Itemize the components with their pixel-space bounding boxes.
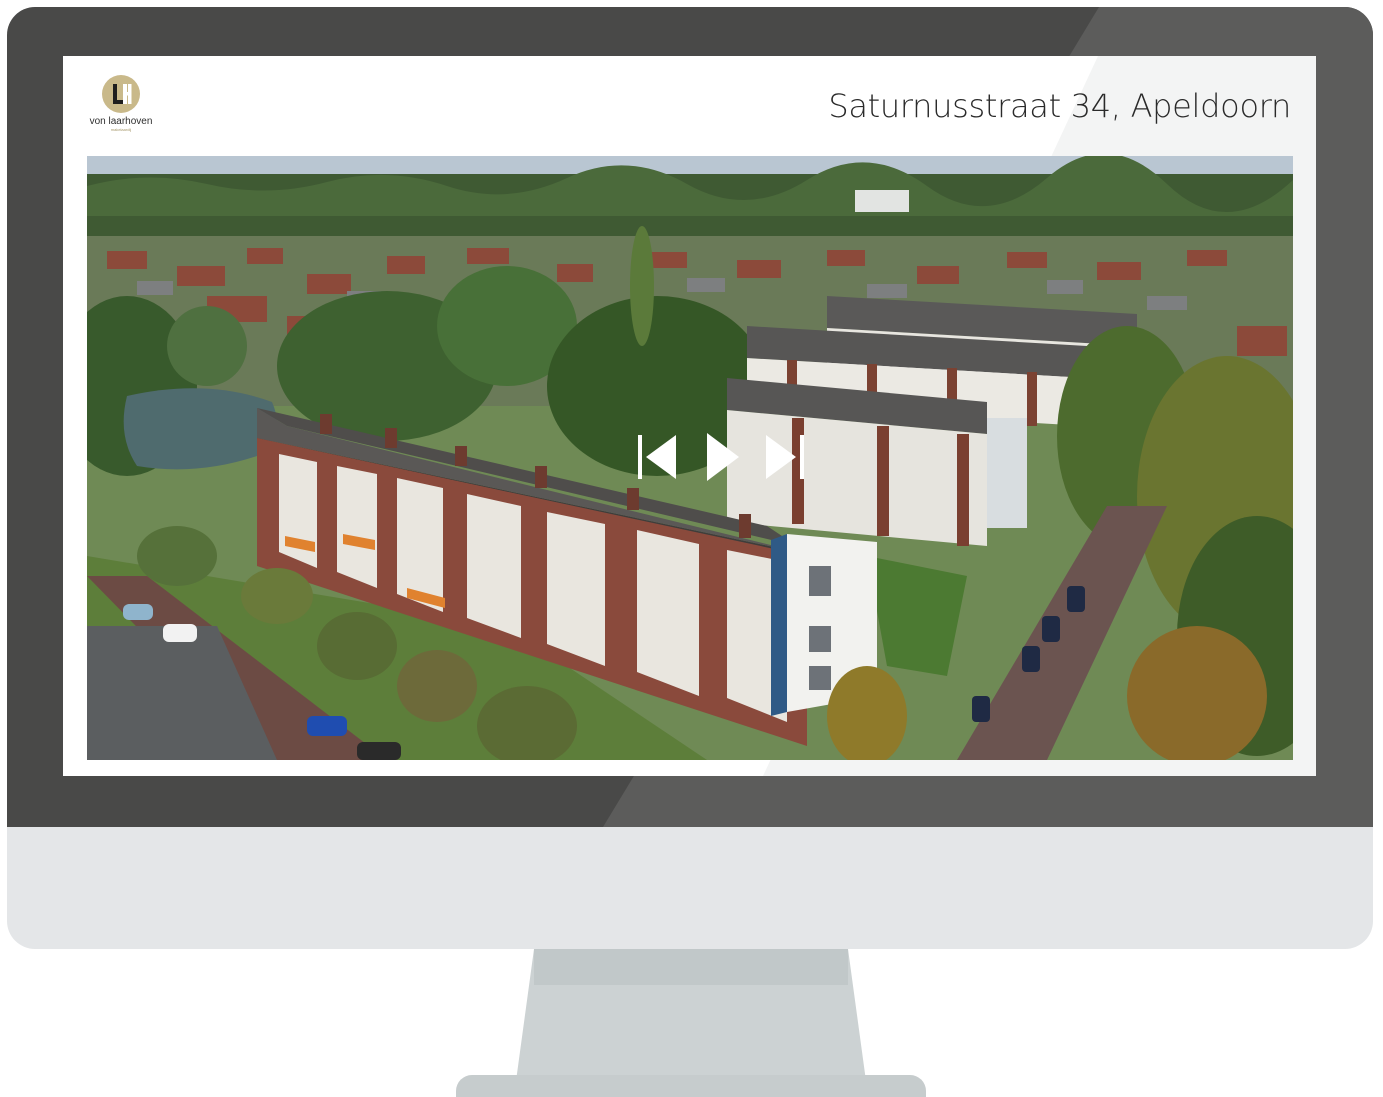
listing-address: Saturnusstraat 34, Apeldoorn <box>828 87 1291 125</box>
skip-back-icon <box>638 435 676 479</box>
stand-shadow <box>534 949 848 985</box>
monitor-chin <box>7 827 1373 949</box>
monitor-mockup: von laarhoven makelaardij Saturnusstraat… <box>0 0 1383 1097</box>
monitor-stand-base <box>456 1075 926 1097</box>
logo-monogram-icon <box>102 75 140 113</box>
skip-forward-icon <box>766 435 804 479</box>
next-button[interactable] <box>766 431 808 483</box>
play-icon <box>707 433 739 481</box>
brand-logo[interactable]: von laarhoven makelaardij <box>85 75 157 137</box>
property-photo[interactable] <box>87 156 1293 760</box>
monitor-screen: von laarhoven makelaardij Saturnusstraat… <box>63 56 1316 776</box>
slideshow-controls <box>638 431 808 483</box>
brand-tagline: makelaardij <box>110 127 132 132</box>
brand-name: von laarhoven <box>89 116 153 127</box>
previous-button[interactable] <box>638 431 678 483</box>
play-button[interactable] <box>705 431 741 483</box>
